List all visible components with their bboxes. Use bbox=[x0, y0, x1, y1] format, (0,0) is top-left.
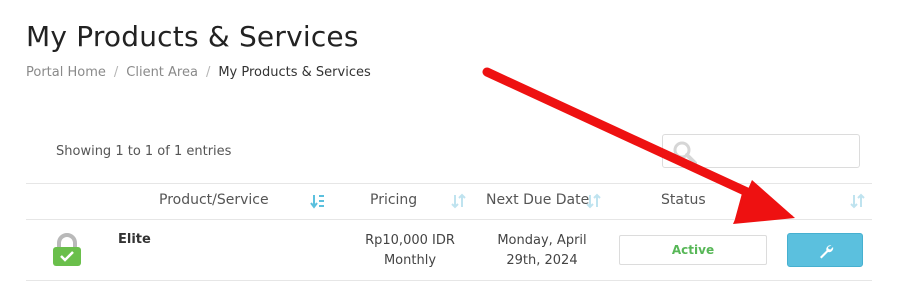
annotation-arrow bbox=[482, 67, 795, 224]
